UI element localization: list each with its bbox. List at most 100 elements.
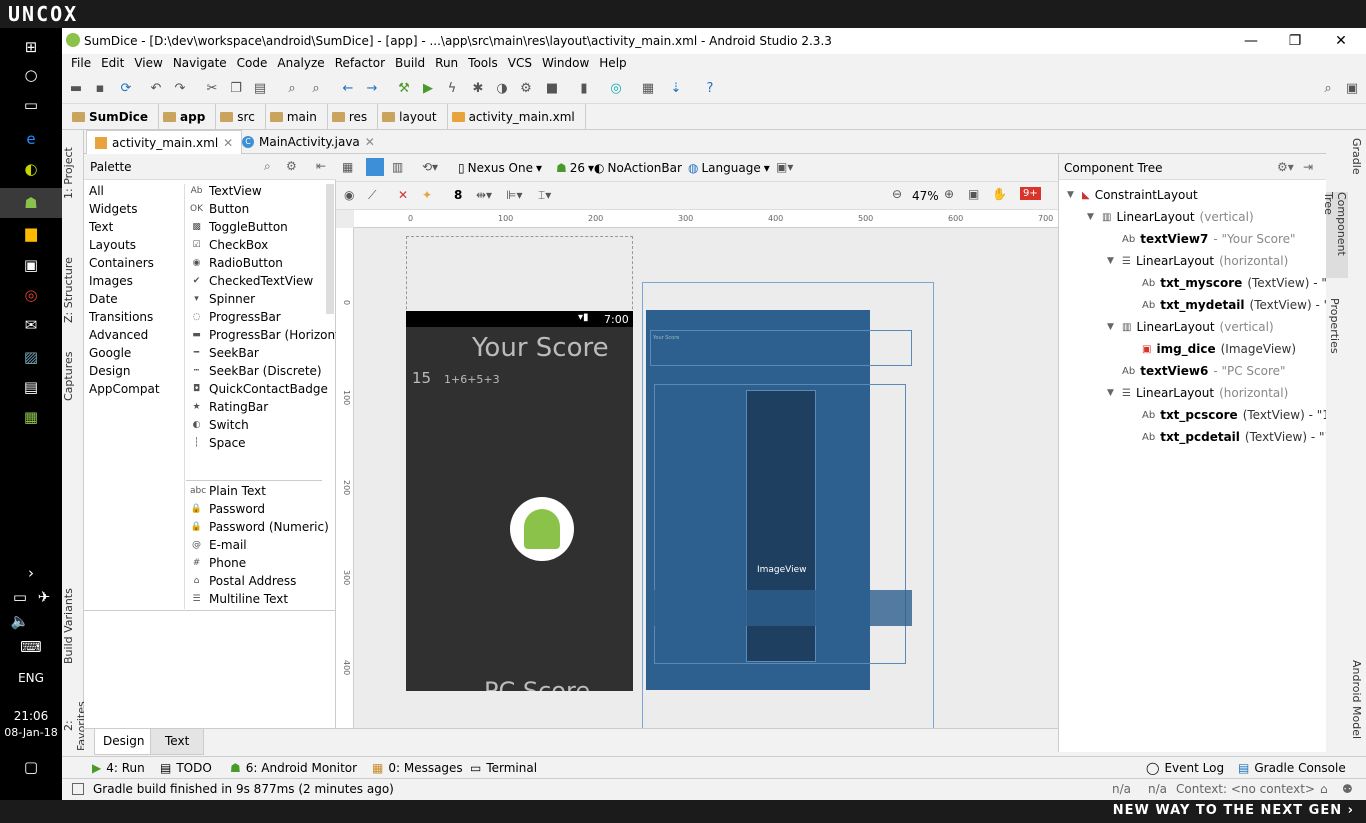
warnings-badge[interactable]: 9+: [1020, 187, 1041, 200]
menu-navigate[interactable]: Navigate: [168, 54, 232, 74]
crumb-file[interactable]: activity_main.xml: [448, 103, 586, 130]
palette-item[interactable]: @ E-mail: [190, 538, 247, 552]
minimize-button[interactable]: —: [1228, 28, 1274, 54]
close-tab-icon[interactable]: ✕: [223, 136, 233, 150]
palette-category[interactable]: Containers: [89, 256, 154, 270]
notification-icon[interactable]: ▢: [21, 758, 41, 776]
your-score-label[interactable]: Your Score: [472, 333, 609, 363]
search-circle-icon[interactable]: ○: [21, 66, 41, 84]
help-icon[interactable]: ?: [702, 81, 718, 97]
terminal-tool-button[interactable]: ▭ Terminal: [470, 761, 537, 775]
crumb-project[interactable]: SumDice: [68, 103, 160, 130]
lock-icon[interactable]: ⌂: [1320, 782, 1328, 796]
palette-category[interactable]: Advanced: [89, 328, 148, 342]
palette-item[interactable]: ▾ Spinner: [190, 292, 255, 306]
tab-project[interactable]: 1: Project: [62, 138, 84, 208]
tab-android-model[interactable]: Android Model: [1350, 660, 1363, 750]
tool-windows-toggle-icon[interactable]: [72, 783, 84, 795]
file-explorer-icon[interactable]: ▆: [21, 224, 41, 242]
toolbar-extra-icon[interactable]: ▣: [1344, 81, 1360, 97]
messages-tool-button[interactable]: ▦ 0: Messages: [372, 761, 463, 775]
palette-item[interactable]: ◐ Switch: [190, 418, 249, 432]
app-icon[interactable]: ◐: [21, 160, 41, 178]
run-tool-button[interactable]: ▶ 4: Run: [92, 761, 145, 775]
tree-node[interactable]: ▼ ▥ LinearLayout (vertical): [1107, 320, 1274, 334]
split-view-icon[interactable]: ▥: [392, 160, 403, 174]
todo-tool-button[interactable]: ▤ TODO: [160, 761, 212, 775]
clock-time[interactable]: 21:06: [0, 709, 62, 723]
palette-item[interactable]: ☑ CheckBox: [190, 238, 268, 252]
tree-node[interactable]: Ab txt_pcscore (TextView) - "10": [1127, 408, 1343, 422]
palette-item[interactable]: ◘ QuickContactBadge: [190, 382, 328, 396]
airplane-icon[interactable]: ✈: [34, 588, 54, 606]
palette-item[interactable]: Ab TextView: [190, 184, 262, 198]
palette-item[interactable]: ◉ RadioButton: [190, 256, 283, 270]
crumb-layout[interactable]: layout: [378, 103, 448, 130]
design-view-icon[interactable]: ▦: [342, 160, 353, 174]
default-margin[interactable]: 8: [454, 188, 462, 202]
autoconnect-icon[interactable]: ⟋: [368, 188, 376, 203]
tree-node[interactable]: Ab txt_myscore (TextView) - "15": [1127, 276, 1348, 290]
windows-start-icon[interactable]: ⊞: [21, 38, 41, 56]
tab-build-variants[interactable]: Build Variants: [62, 586, 84, 666]
palette-category[interactable]: Text: [89, 220, 113, 234]
crumb-main[interactable]: main: [266, 103, 328, 130]
volume-icon[interactable]: 🔈: [10, 612, 30, 630]
palette-category[interactable]: Layouts: [89, 238, 136, 252]
palette-item[interactable]: ▬ ProgressBar (Horizont: [190, 328, 340, 342]
palette-category[interactable]: All: [89, 184, 104, 198]
layout-canvas[interactable]: 0100200300400500600700 0100200300400500 …: [336, 210, 1058, 752]
expand-arrow-icon[interactable]: ▼: [1067, 190, 1077, 200]
event-log-button[interactable]: ◯ Event Log: [1146, 761, 1224, 775]
forward-icon[interactable]: →: [364, 81, 380, 97]
palette-item[interactable]: ┆ Space: [190, 436, 246, 450]
palette-item[interactable]: OK Button: [190, 202, 249, 216]
infer-constraints-icon[interactable]: ✦: [422, 188, 432, 202]
task-view-icon[interactable]: ▭: [21, 96, 41, 114]
find-icon[interactable]: ⌕: [284, 81, 300, 97]
blueprint-view-icon[interactable]: [366, 158, 384, 176]
gear-icon[interactable]: ⚙▾: [1277, 160, 1294, 174]
copy-icon[interactable]: ❐: [228, 81, 244, 97]
expand-arrow-icon[interactable]: ▼: [1087, 212, 1097, 222]
zoom-in-icon[interactable]: ⊕: [944, 187, 954, 201]
tab-component-tree[interactable]: Component Tree: [1322, 192, 1348, 278]
tree-node[interactable]: Ab txt_mydetail (TextView) - "1+: [1127, 298, 1347, 312]
zoom-fit-icon[interactable]: ▣: [968, 187, 979, 201]
dice-image[interactable]: [510, 497, 574, 561]
palette-category[interactable]: Transitions: [89, 310, 153, 324]
menu-window[interactable]: Window: [537, 54, 594, 74]
palette-item[interactable]: # Phone: [190, 556, 246, 570]
palette-item[interactable]: ◌ ProgressBar: [190, 310, 281, 324]
palette-category[interactable]: Design: [89, 364, 130, 378]
app-green-icon[interactable]: ▦: [21, 408, 41, 426]
language-indicator[interactable]: ENG: [0, 671, 62, 685]
orientation-icon[interactable]: ⟲▾: [422, 160, 438, 174]
language-selector[interactable]: ◍ Language ▾: [688, 161, 770, 175]
tree-node[interactable]: ▼ ☰ LinearLayout (horizontal): [1107, 386, 1288, 400]
theme-selector[interactable]: ◐ NoActionBar: [594, 161, 682, 175]
tree-node[interactable]: Ab textView7 - "Your Score": [1107, 232, 1296, 246]
palette-category[interactable]: Images: [89, 274, 133, 288]
movies-icon[interactable]: ▤: [21, 378, 41, 396]
redo-icon[interactable]: ↷: [172, 81, 188, 97]
hide-panel-icon[interactable]: ⇥: [1303, 160, 1313, 174]
zoom-out-icon[interactable]: ⊖: [892, 187, 902, 201]
menu-code[interactable]: Code: [232, 54, 273, 74]
palette-item[interactable]: ✔ CheckedTextView: [190, 274, 314, 288]
tree-node[interactable]: ▼ ▥ LinearLayout (vertical): [1087, 210, 1254, 224]
menu-refactor[interactable]: Refactor: [330, 54, 390, 74]
replace-icon[interactable]: ⌕: [308, 81, 324, 97]
save-icon[interactable]: ▪: [92, 81, 108, 97]
menu-edit[interactable]: Edit: [96, 54, 129, 74]
expand-arrow-icon[interactable]: ▼: [1107, 388, 1117, 398]
palette-item[interactable]: ━ SeekBar: [190, 346, 259, 360]
close-tab-icon[interactable]: ✕: [365, 135, 375, 149]
palette-item[interactable]: ☰ Multiline Text: [190, 592, 288, 606]
palette-category[interactable]: Widgets: [89, 202, 138, 216]
tree-node[interactable]: Ab textView6 - "PC Score": [1107, 364, 1286, 378]
crumb-src[interactable]: src: [216, 103, 266, 130]
tab-favorites[interactable]: 2: Favorites: [62, 696, 88, 756]
api-selector[interactable]: ☗ 26 ▾: [556, 161, 594, 175]
mail-icon[interactable]: ✉: [21, 316, 41, 334]
